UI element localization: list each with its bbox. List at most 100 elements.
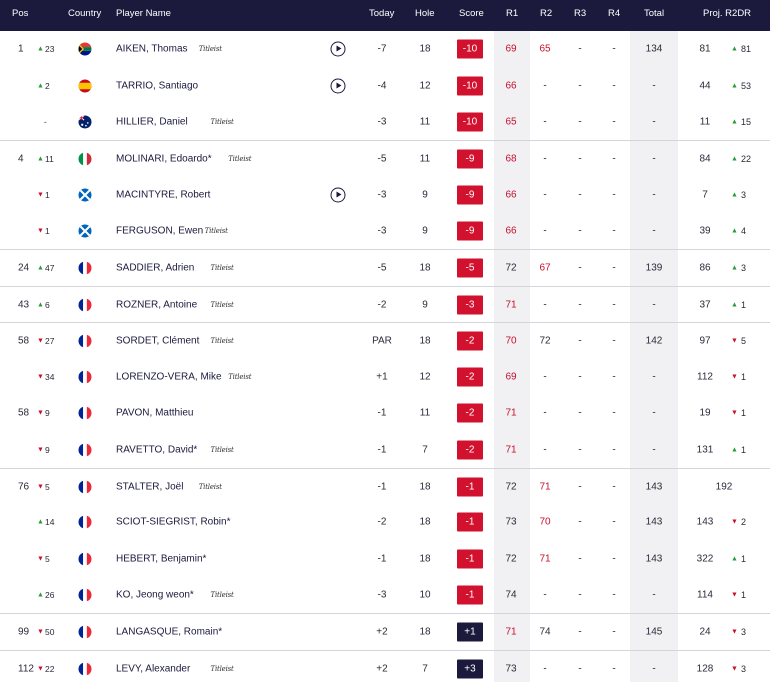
player-name[interactable]: STALTER, Joël (116, 481, 183, 492)
header-r1[interactable]: R1 (506, 8, 518, 19)
round-3: - (578, 116, 582, 128)
player-name[interactable]: RAVETTO, David* (116, 444, 197, 455)
titleist-logo: Titleist (198, 45, 222, 54)
table-row[interactable]: 58 ▼ 27 SORDET, Clément Titleist PAR 18 -2 70 72-… (0, 322, 770, 359)
player-name[interactable]: LANGASQUE, Romain* (116, 627, 222, 638)
round-1: 72 (505, 553, 517, 565)
hole: 18 (419, 262, 431, 274)
round-2: - (543, 444, 547, 456)
table-row[interactable]: 112 ▼ 22 LEVY, Alexander Titleist +2 7 +3 73- - - -… (0, 649, 770, 682)
player-name[interactable]: MOLINARI, Edoardo* (116, 153, 212, 164)
up-arrow-icon: ▲ (731, 264, 738, 272)
table-row[interactable]: 1 ▲ 23 AIKEN, Thomas Titleist -7 18 -10 69 65- -13… (0, 31, 770, 68)
flag-fr-icon (78, 552, 92, 566)
down-arrow-icon: ▼ (37, 191, 44, 199)
position-move: 50 (45, 627, 55, 638)
table-row[interactable]: 4 ▲ 11 MOLINARI, Edoardo* Titleist -5 11 -9 68- -… (0, 140, 770, 177)
up-arrow-icon: ▲ (731, 446, 738, 454)
player-name[interactable]: PAVON, Matthieu (116, 408, 193, 419)
table-row[interactable]: 76 ▼ 5 STALTER, Joël Titleist -1 18 -1 72 71 - - 143… (0, 467, 770, 505)
position-move: 2 (45, 80, 50, 91)
today-score: -1 (377, 481, 387, 493)
header-proj[interactable]: Proj. R2DR (703, 8, 751, 19)
score-badge: -1 (457, 512, 483, 532)
header-total[interactable]: Total (644, 8, 664, 19)
hole: 11 (419, 116, 431, 128)
titleist-logo: Titleist (210, 118, 234, 127)
table-row[interactable]: 58 ▼ 9 PAVON, Matthieu -1 11 -2 71- - - -19 ▼ 1 (0, 395, 770, 432)
projected-rank: 131 (696, 444, 714, 456)
round-2: 74 (539, 626, 551, 638)
down-arrow-icon: ▼ (37, 628, 44, 636)
total: - (652, 444, 656, 456)
player-name[interactable]: HEBERT, Benjamin* (116, 553, 206, 564)
position-move: 47 (45, 263, 55, 274)
player-name[interactable]: SORDET, Clément (116, 335, 199, 346)
table-row[interactable]: ▼ 1 MACINTYRE, Robert -3 9 -9 66 - - - - 7 ▲ 3 (0, 177, 770, 214)
table-row[interactable]: - HILLIER, Daniel Titleist -3 11 -10 65 - - - - 11 ▲… (0, 104, 770, 141)
row-position: 99 (18, 626, 30, 638)
row-position: 112 (18, 663, 34, 675)
round-3: - (578, 225, 582, 237)
table-row[interactable]: ▲ 2 TARRIO, Santiago -4 12 -10 66- - - -44 ▲ 53 (0, 67, 770, 104)
player-name[interactable]: LEVY, Alexander (116, 663, 190, 674)
hole: 18 (419, 553, 431, 565)
player-name[interactable]: SADDIER, Adrien (116, 263, 194, 274)
today-score: -3 (377, 589, 387, 601)
projected-rank: 112 (697, 371, 713, 383)
player-name[interactable]: AIKEN, Thomas (116, 44, 188, 55)
titleist-logo: Titleist (210, 336, 234, 345)
player-name[interactable]: TARRIO, Santiago (116, 80, 198, 91)
round-1: 69 (505, 371, 517, 383)
position-move: 1 (45, 189, 50, 200)
projected-move: 5 (741, 335, 747, 346)
titleist-logo: Titleist (210, 591, 234, 600)
table-row[interactable]: ▲ 14 SCIOT-SIEGRIST, Robin* -2 18 -1 73 70 - - 143… (0, 504, 770, 541)
header-r3[interactable]: R3 (574, 8, 586, 19)
table-row[interactable]: ▼ 34 LORENZO-VERA, Mike Titleist +1 12 -2 69- - -… (0, 359, 770, 396)
header-country[interactable]: Country (68, 8, 101, 19)
up-arrow-icon: ▲ (37, 155, 44, 163)
total: - (652, 589, 656, 601)
up-arrow-icon: ▲ (731, 227, 738, 235)
hole: 12 (419, 80, 431, 92)
play-video-icon[interactable] (330, 187, 346, 203)
projected-rank: 322 (696, 553, 714, 565)
up-arrow-icon: ▲ (731, 118, 738, 126)
table-row[interactable]: ▼ 1 FERGUSON, Ewen Titleist -3 9 -9 66- - - -39 ▲ 4 (0, 213, 770, 250)
table-row[interactable]: ▲ 26 KO, Jeong weon* Titleist -3 10 -1 74- - - -11… (0, 577, 770, 614)
round-2: - (543, 116, 547, 128)
hole: 10 (419, 589, 431, 601)
titleist-logo: Titleist (210, 264, 234, 273)
total: 134 (645, 43, 663, 55)
header-pos[interactable]: Pos (12, 8, 28, 19)
table-row[interactable]: ▼ 5 HEBERT, Benjamin* -1 18 -1 72 71 - - 143 322 ▲ 1 (0, 541, 770, 578)
player-name[interactable]: FERGUSON, Ewen (116, 226, 203, 237)
player-name[interactable]: HILLIER, Daniel (116, 117, 188, 128)
up-arrow-icon: ▲ (37, 301, 44, 309)
player-name[interactable]: MACINTYRE, Robert (116, 189, 210, 200)
header-r2[interactable]: R2 (540, 8, 552, 19)
header-player[interactable]: Player Name (116, 8, 171, 19)
table-row[interactable]: ▼ 9 RAVETTO, David* Titleist -1 7 -2 71 - - - - 131 ▲… (0, 431, 770, 468)
header-today[interactable]: Today (369, 8, 394, 19)
total: - (652, 299, 656, 311)
header-hole[interactable]: Hole (415, 8, 435, 19)
round-2: 65 (539, 43, 551, 55)
projected-move: 1 (741, 299, 747, 310)
score-badge: -2 (457, 403, 483, 423)
table-row[interactable]: 24 ▲ 47 SADDIER, Adrien Titleist -5 18 -5 72 67- -… (0, 249, 770, 286)
play-video-icon[interactable] (330, 41, 346, 57)
round-2: - (543, 663, 547, 675)
table-row[interactable]: 99 ▼ 50 LANGASQUE, Romain* +2 18 +1 71 74- -145 24… (0, 613, 770, 650)
player-name[interactable]: KO, Jeong weon* (116, 590, 194, 601)
player-name[interactable]: ROZNER, Antoine (116, 299, 197, 310)
header-score[interactable]: Score (459, 8, 484, 19)
table-row[interactable]: 43 ▲ 6 ROZNER, Antoine Titleist -2 9 -3 71- - - -37… (0, 285, 770, 323)
player-name[interactable]: LORENZO-VERA, Mike (116, 371, 222, 382)
position-move: 9 (45, 444, 50, 455)
header-r4[interactable]: R4 (608, 8, 620, 19)
player-name[interactable]: SCIOT-SIEGRIST, Robin* (116, 517, 230, 528)
play-video-icon[interactable] (330, 78, 346, 94)
hole: 12 (419, 371, 431, 383)
